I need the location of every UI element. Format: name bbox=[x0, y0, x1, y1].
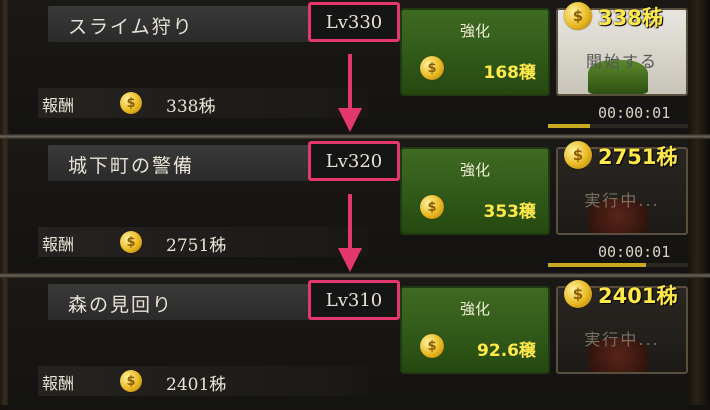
quest-timer: 00:00:01 bbox=[598, 104, 671, 122]
quest-progress-bar bbox=[548, 263, 688, 267]
quest-title: 城下町の警備 bbox=[68, 155, 195, 177]
upgrade-cost: 353穣 bbox=[483, 202, 537, 222]
reward-popup-value: 2751秭 bbox=[598, 145, 678, 169]
quest-reward-value: 2401秭 bbox=[166, 375, 227, 395]
upgrade-label: 強化 bbox=[459, 161, 490, 179]
upgrade-button[interactable]: 強化 $ 168穣 bbox=[400, 8, 550, 96]
quest-progress-fill bbox=[548, 263, 646, 267]
quest-level: Lv330 bbox=[325, 12, 383, 33]
quest-level-box: Lv320 bbox=[308, 141, 400, 181]
quest-title-bar: スライム狩り bbox=[48, 6, 310, 42]
quest-title-bar: 城下町の警備 bbox=[48, 145, 310, 181]
quest-level-box: Lv330 bbox=[308, 2, 400, 42]
quest-title: 森の見回り bbox=[68, 294, 174, 316]
gold-coin-icon: $ bbox=[420, 56, 444, 80]
quest-progress-bar bbox=[548, 124, 688, 128]
reward-label: 報酬 bbox=[42, 235, 75, 254]
upgrade-button[interactable]: 強化 $ 92.6穣 bbox=[400, 286, 550, 374]
upgrade-label: 強化 bbox=[459, 300, 490, 318]
quest-progress-fill bbox=[548, 124, 590, 128]
start-quest-label: 開始する bbox=[585, 52, 658, 71]
reward-popup: $ 2751秭 bbox=[564, 137, 694, 173]
reward-popup-value: 2401秭 bbox=[598, 284, 678, 308]
quest-reward-value: 2751秭 bbox=[166, 236, 227, 256]
upgrade-cost: 168穣 bbox=[483, 63, 537, 83]
reward-popup-value: 338秭 bbox=[598, 6, 663, 30]
arrow-down-icon bbox=[338, 194, 362, 272]
gold-coin-icon: $ bbox=[120, 370, 142, 392]
arrow-down-icon bbox=[338, 54, 362, 132]
quest-title: スライム狩り bbox=[68, 16, 194, 38]
quest-reward-bar: 報酬 $ 2401秭 bbox=[38, 366, 368, 396]
quest-level: Lv320 bbox=[325, 151, 383, 172]
reward-label: 報酬 bbox=[42, 374, 75, 393]
upgrade-label: 強化 bbox=[459, 22, 490, 40]
reward-popup: $ 2401秭 bbox=[564, 276, 694, 312]
gold-coin-icon: $ bbox=[120, 231, 142, 253]
upgrade-button[interactable]: 強化 $ 353穣 bbox=[400, 147, 550, 235]
gold-coin-icon: $ bbox=[564, 141, 592, 169]
gold-coin-icon: $ bbox=[564, 2, 592, 30]
quest-title-bar: 森の見回り bbox=[48, 284, 310, 320]
quest-timer: 00:00:01 bbox=[598, 243, 671, 261]
gold-coin-icon: $ bbox=[564, 280, 592, 308]
gold-coin-icon: $ bbox=[120, 92, 142, 114]
quest-reward-bar: 報酬 $ 2751秭 bbox=[38, 227, 368, 257]
reward-popup: $ 338秭 bbox=[564, 0, 694, 34]
gold-coin-icon: $ bbox=[420, 334, 444, 358]
quest-reward-value: 338秭 bbox=[166, 97, 216, 117]
reward-label: 報酬 bbox=[42, 96, 75, 115]
quest-reward-bar: 報酬 $ 338秭 bbox=[38, 88, 368, 118]
quest-level: Lv310 bbox=[325, 290, 383, 311]
quest-row-forest-patrol: 森の見回り Lv310 報酬 $ 2401秭 強化 $ 92.6穣 実行中...… bbox=[8, 278, 688, 410]
gold-coin-icon: $ bbox=[420, 195, 444, 219]
quest-running-label: 実行中... bbox=[584, 330, 660, 349]
upgrade-cost: 92.6穣 bbox=[477, 341, 536, 361]
quest-level-box: Lv310 bbox=[308, 280, 400, 320]
quest-running-label: 実行中... bbox=[584, 191, 660, 210]
